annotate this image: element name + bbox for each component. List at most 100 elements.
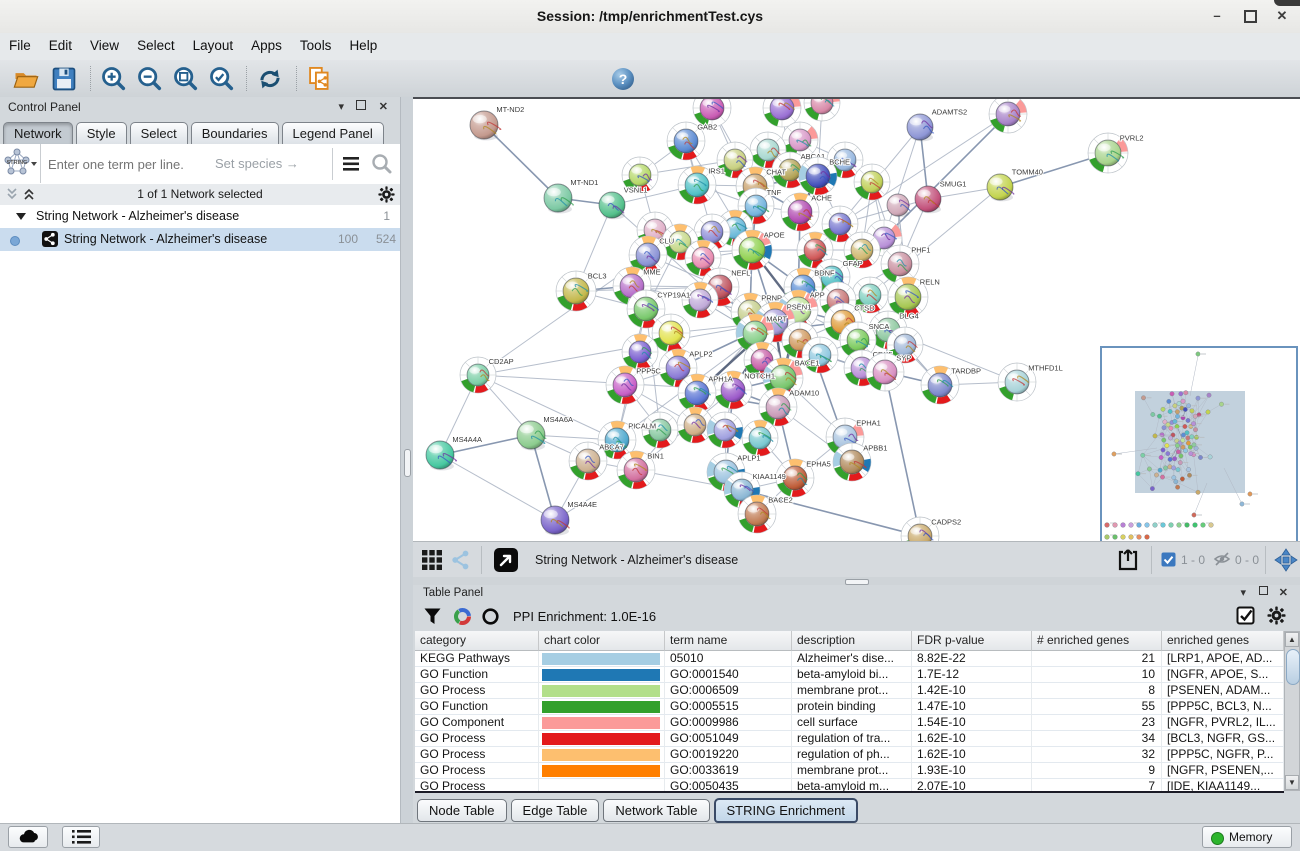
tab-string-enrichment[interactable]: STRING Enrichment <box>714 798 858 823</box>
string-search-icon[interactable] <box>370 152 394 176</box>
protein-node-abca7[interactable]: ABCA7 <box>569 442 624 480</box>
panel-float-icon[interactable] <box>356 100 366 113</box>
panel-close-icon[interactable]: ✕ <box>379 100 388 113</box>
tab-legend-panel[interactable]: Legend Panel <box>282 122 384 144</box>
panel-menu-icon[interactable]: ▾ <box>338 100 344 113</box>
scroll-up-button[interactable]: ▲ <box>1285 632 1299 647</box>
open-session-icon[interactable] <box>12 65 40 93</box>
tab-node-table[interactable]: Node Table <box>417 799 507 822</box>
table-row[interactable]: GO ProcessGO:0033619membrane prot...1.93… <box>415 763 1284 779</box>
select-columns-icon[interactable] <box>1236 606 1256 626</box>
table-scrollbar[interactable]: ▲ ▼ <box>1284 631 1300 791</box>
ring-chart-icon[interactable] <box>481 607 500 626</box>
tab-select[interactable]: Select <box>130 122 188 144</box>
tree-expand-icon[interactable] <box>16 213 26 220</box>
menu-apps[interactable]: Apps <box>242 33 291 59</box>
protein-node-smug1[interactable]: SMUG1 <box>915 180 966 214</box>
protein-node[interactable] <box>989 99 1027 133</box>
tab-network[interactable]: Network <box>3 122 73 144</box>
column-header-term-name[interactable]: term name <box>665 631 792 651</box>
menu-select[interactable]: Select <box>128 33 184 59</box>
birdseye-view[interactable] <box>1100 346 1298 543</box>
splitter-handle[interactable] <box>404 449 411 477</box>
zoom-in-icon[interactable] <box>100 65 128 93</box>
column-header-category[interactable]: category <box>415 631 539 651</box>
table-row[interactable]: GO ProcessGO:0050435beta-amyloid m...2.0… <box>415 779 1284 793</box>
protein-node-vsnl1[interactable]: VSNL1 <box>599 186 648 220</box>
table-row[interactable]: GO ProcessGO:0019220regulation of ph...1… <box>415 747 1284 763</box>
share-view-icon[interactable] <box>450 549 472 571</box>
filter-icon[interactable] <box>423 607 442 626</box>
cloud-tasks-button[interactable] <box>8 826 48 848</box>
tab-boundaries[interactable]: Boundaries <box>191 122 279 144</box>
selected-nodes-icon[interactable] <box>1161 552 1176 567</box>
hidden-eye-icon[interactable] <box>1213 551 1231 567</box>
copy-network-icon[interactable] <box>306 65 334 93</box>
protein-node-ms4a4e[interactable]: MS4A4E <box>541 500 597 536</box>
panel-float-icon[interactable] <box>1259 586 1268 598</box>
help-icon[interactable]: ? <box>610 66 638 94</box>
menu-layout[interactable]: Layout <box>184 33 243 59</box>
protein-node[interactable] <box>887 194 910 217</box>
column-header-description[interactable]: description <box>792 631 912 651</box>
protein-node-ms4a6a[interactable]: MS4A6A <box>517 415 573 451</box>
protein-node-bin1[interactable]: BIN1 <box>617 451 664 489</box>
tab-network-table[interactable]: Network Table <box>603 799 709 822</box>
protein-node[interactable] <box>682 282 718 318</box>
network-row-selected[interactable]: String Network - Alzheimer's disease 100… <box>0 228 400 251</box>
export-network-icon[interactable] <box>1115 547 1141 573</box>
tab-edge-table[interactable]: Edge Table <box>511 799 600 822</box>
network-collection-row[interactable]: String Network - Alzheimer's disease 1 <box>0 205 400 228</box>
table-row[interactable]: GO ProcessGO:0006509membrane prot...1.42… <box>415 683 1284 699</box>
protein-node-bcl3[interactable]: BCL3 <box>556 271 607 311</box>
save-session-icon[interactable] <box>50 65 78 93</box>
protein-node-mthfd1l[interactable]: MTHFD1L <box>998 363 1063 401</box>
column-header-chart-color[interactable]: chart color <box>539 631 665 651</box>
string-logo-icon[interactable]: STRING <box>0 144 41 183</box>
protein-node-gab2[interactable]: GAB2 <box>667 122 717 160</box>
grid-view-icon[interactable] <box>421 549 443 571</box>
protein-node-tardbp[interactable]: TARDBP <box>921 366 981 404</box>
column-header-enriched-genes[interactable]: enriched genes <box>1162 631 1284 651</box>
protein-node-mt-nd2[interactable]: MT-ND2 <box>470 105 524 141</box>
protein-node-pvrl2[interactable]: PVRL2 <box>1088 133 1144 173</box>
birdseye-graph[interactable] <box>1102 348 1296 541</box>
protein-node[interactable] <box>652 314 690 352</box>
protein-node-mt-nd1[interactable]: MT-ND1 <box>544 178 598 214</box>
zoom-out-icon[interactable] <box>136 65 164 93</box>
zoom-selected-icon[interactable] <box>208 65 236 93</box>
table-row[interactable]: GO FunctionGO:0001540beta-amyloid bi...1… <box>415 667 1284 683</box>
protein-node[interactable] <box>742 420 778 456</box>
table-row[interactable]: GO ProcessGO:0051049regulation of tra...… <box>415 731 1284 747</box>
horizontal-splitter[interactable] <box>413 577 1300 585</box>
protein-node-adamts2[interactable]: ADAMTS2 <box>907 108 967 142</box>
enrichment-chart-icon[interactable] <box>453 607 472 626</box>
tab-style[interactable]: Style <box>76 122 127 144</box>
column-header--enriched-genes[interactable]: # enriched genes <box>1032 631 1162 651</box>
protein-node[interactable] <box>707 412 743 448</box>
protein-node-tomm40[interactable]: TOMM40 <box>987 168 1043 202</box>
protein-node-cadps2[interactable]: CADPS2 <box>901 517 961 541</box>
minimize-button[interactable]: – <box>1204 6 1230 26</box>
protein-node-ms4a4a[interactable]: MS4A4A <box>426 435 482 471</box>
menu-tools[interactable]: Tools <box>291 33 341 59</box>
table-row[interactable]: KEGG Pathways05010Alzheimer's dise...8.8… <box>415 651 1284 667</box>
protein-node[interactable] <box>854 164 890 200</box>
panel-menu-icon[interactable]: ▾ <box>1240 586 1246 599</box>
network-list-gear-icon[interactable] <box>378 186 395 203</box>
task-list-button[interactable] <box>62 826 100 848</box>
menu-help[interactable]: Help <box>340 33 386 59</box>
menu-edit[interactable]: Edit <box>40 33 81 59</box>
protein-node-adam10[interactable]: ADAM10 <box>759 388 819 426</box>
protein-node[interactable] <box>622 334 658 370</box>
memory-button[interactable]: Memory <box>1202 826 1292 848</box>
panel-close-icon[interactable]: ✕ <box>1279 586 1288 599</box>
species-selector-label[interactable]: Set species → <box>215 156 299 171</box>
table-row[interactable]: GO ComponentGO:0009986cell surface1.54E-… <box>415 715 1284 731</box>
string-options-icon[interactable] <box>340 153 362 175</box>
protein-node-syp[interactable]: SYP <box>866 353 911 391</box>
string-query-input[interactable] <box>46 152 200 176</box>
open-in-string-icon[interactable] <box>493 547 519 573</box>
menu-view[interactable]: View <box>81 33 128 59</box>
table-row[interactable]: GO FunctionGO:0005515protein binding1.47… <box>415 699 1284 715</box>
